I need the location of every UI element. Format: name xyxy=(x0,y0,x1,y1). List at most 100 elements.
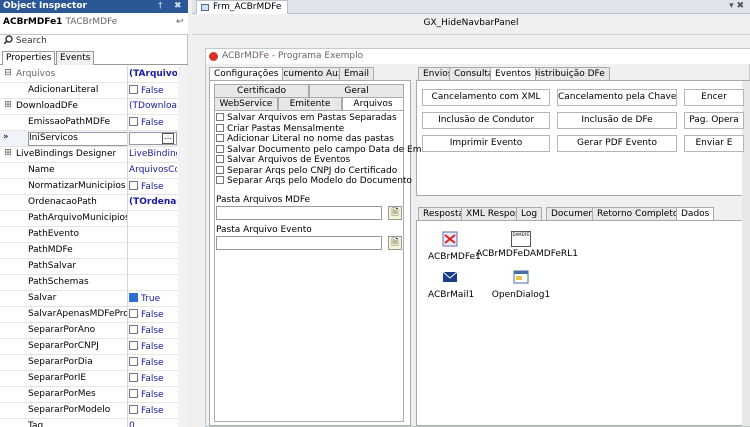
property-row[interactable]: PathSchemas xyxy=(0,275,178,291)
checkbox[interactable] xyxy=(129,117,138,126)
event-button[interactable]: Encer xyxy=(684,89,744,106)
property-row[interactable]: Name ArquivosCo xyxy=(0,163,178,179)
object-selector[interactable]: ACBrMDFe1 TACBrMDFe ↩ xyxy=(0,13,188,35)
event-button[interactable]: Inclusão de Condutor xyxy=(422,112,550,129)
checkbox[interactable] xyxy=(129,325,138,334)
tab-arquivos[interactable]: Arquivos xyxy=(342,97,404,110)
property-value[interactable]: ... xyxy=(129,132,177,145)
event-button[interactable]: Pag. Opera xyxy=(684,112,744,129)
close-icon[interactable]: ✖ xyxy=(174,1,182,11)
checkbox[interactable] xyxy=(129,293,138,302)
property-value[interactable]: False xyxy=(129,181,177,192)
tab-eventos[interactable]: Eventos xyxy=(490,67,536,80)
property-row[interactable]: SepararPorMes False xyxy=(0,387,178,403)
property-value[interactable]: False xyxy=(129,373,177,384)
property-value[interactable]: False xyxy=(129,85,177,96)
property-row[interactable]: AdicionarLiteral False xyxy=(0,83,178,99)
checkbox[interactable] xyxy=(129,181,138,190)
property-row[interactable]: Salvar True xyxy=(0,291,178,307)
expand-icon[interactable]: ⊟ xyxy=(4,69,12,78)
checkbox[interactable] xyxy=(216,134,224,142)
search-input[interactable]: Search xyxy=(16,36,47,46)
event-button[interactable]: Cancelamento com XML xyxy=(422,89,550,106)
expand-icon[interactable]: ⊞ xyxy=(4,101,12,110)
checkbox[interactable] xyxy=(129,309,138,318)
property-value[interactable]: 0 xyxy=(129,421,177,427)
pasta-mdfe-input[interactable] xyxy=(216,206,382,220)
property-value[interactable]: False xyxy=(129,389,177,400)
checkbox[interactable] xyxy=(216,155,224,163)
option-checkbox[interactable]: Adicionar Literal no nome das pastas xyxy=(216,134,394,144)
event-button[interactable]: Gerar PDF Evento xyxy=(557,135,677,152)
option-checkbox[interactable]: Separar Arqs pelo CNPJ do Certificado xyxy=(216,165,397,176)
property-row[interactable]: SalvarApenasMDFeProcessados False xyxy=(0,307,178,323)
property-row[interactable]: ⊞ DownloadDFe (TDownloa xyxy=(0,99,178,115)
browse-folder-icon[interactable]: 🗎 xyxy=(388,206,402,220)
property-row[interactable]: SepararPorCNPJ False xyxy=(0,339,178,355)
event-button[interactable]: Cancelamento pela Chave xyxy=(557,89,677,106)
tab-webservice[interactable]: WebService xyxy=(214,97,278,110)
property-row[interactable]: ⊞ LiveBindings Designer LiveBinding xyxy=(0,147,178,163)
tab-events[interactable]: Events xyxy=(56,51,95,65)
tab-geral[interactable]: Geral xyxy=(309,84,404,97)
option-checkbox[interactable]: Salvar Documento pelo campo Data de Emis… xyxy=(216,144,444,155)
checkbox[interactable] xyxy=(216,165,224,174)
search-box[interactable]: Search xyxy=(0,35,188,49)
property-row[interactable]: PathSalvar xyxy=(0,259,178,275)
tab-email[interactable]: Email xyxy=(339,67,374,80)
dropdown-icon[interactable]: ↩ xyxy=(176,17,184,27)
checkbox[interactable] xyxy=(216,176,224,184)
checkbox[interactable] xyxy=(216,123,224,132)
expand-icon[interactable]: ⊞ xyxy=(4,149,12,158)
tab-properties[interactable]: Properties xyxy=(2,51,56,65)
checkbox[interactable] xyxy=(129,357,138,366)
property-value[interactable]: ArquivosCo xyxy=(129,165,177,175)
property-row[interactable]: SepararPorIE False xyxy=(0,371,178,387)
tab-log[interactable]: Log xyxy=(516,207,543,220)
property-value[interactable]: (TArquivo xyxy=(129,69,177,79)
inspector-scrollbar[interactable] xyxy=(178,66,188,427)
property-row[interactable]: SepararPorAno False xyxy=(0,323,178,339)
event-button[interactable]: Enviar E xyxy=(684,135,744,152)
property-row[interactable]: OrdenacaoPath (TOrdenac xyxy=(0,195,178,211)
designer-form[interactable]: ACBrMDFe - Programa Exemplo Configuraçõe… xyxy=(205,48,750,427)
property-value[interactable]: LiveBinding xyxy=(129,149,177,159)
property-row[interactable]: SepararPorDia False xyxy=(0,355,178,371)
tab-distribuicao-dfe[interactable]: Distribuição DFe xyxy=(526,67,610,80)
tab-emitente[interactable]: Emitente xyxy=(278,97,342,110)
property-row[interactable]: EmissaoPathMDFe False xyxy=(0,115,178,131)
pasta-evento-input[interactable] xyxy=(216,236,382,250)
ellipsis-button[interactable]: ... xyxy=(162,133,174,144)
property-row[interactable]: » IniServicos... xyxy=(0,131,178,147)
property-row[interactable]: PathArquivoMunicipios xyxy=(0,211,178,227)
checkbox[interactable] xyxy=(216,113,224,121)
property-value[interactable]: False xyxy=(129,341,177,352)
property-row[interactable]: Tag 0 xyxy=(0,419,178,427)
property-value[interactable]: False xyxy=(129,309,177,320)
form-scrollbar[interactable] xyxy=(742,81,750,426)
tab-controls[interactable]: ▾ ✖ xyxy=(729,1,744,11)
event-button[interactable]: Imprimir Evento xyxy=(422,135,550,152)
property-value[interactable]: True xyxy=(129,293,177,304)
component-acbrmdfedamdferl[interactable]: DAMDFE ACBrMDFeDAMDFeRL1 xyxy=(476,231,578,259)
property-grid[interactable]: ⊟ Arquivos (TArquivo AdicionarLiteral False ⊞… xyxy=(0,66,178,427)
component-opendialog[interactable]: OpenDialog1 xyxy=(491,269,551,300)
property-row[interactable]: PathMDFe xyxy=(0,243,178,259)
property-row[interactable]: NormatizarMunicipios False xyxy=(0,179,178,195)
option-checkbox[interactable]: Criar Pastas Mensalmente xyxy=(216,123,344,134)
property-row[interactable]: ⊟ Arquivos (TArquivo xyxy=(0,67,178,83)
event-button[interactable]: Inclusão de DFe xyxy=(557,112,677,129)
property-value[interactable]: False xyxy=(129,117,177,128)
component-acbrmail[interactable]: ACBrMail1 xyxy=(428,269,474,300)
checkbox[interactable] xyxy=(129,373,138,382)
grid-divider[interactable] xyxy=(127,66,128,427)
tab-configuracoes[interactable]: Configurações xyxy=(209,67,284,80)
checkbox[interactable] xyxy=(129,405,138,414)
pin-icon[interactable]: † xyxy=(158,1,163,11)
tab-dados[interactable]: Dados xyxy=(676,207,715,220)
checkbox[interactable] xyxy=(129,85,138,94)
checkbox[interactable] xyxy=(129,341,138,350)
property-value[interactable]: False xyxy=(129,405,177,416)
property-value[interactable]: (TOrdenac xyxy=(129,197,177,207)
browse-folder-icon[interactable]: 🗎 xyxy=(388,236,402,250)
